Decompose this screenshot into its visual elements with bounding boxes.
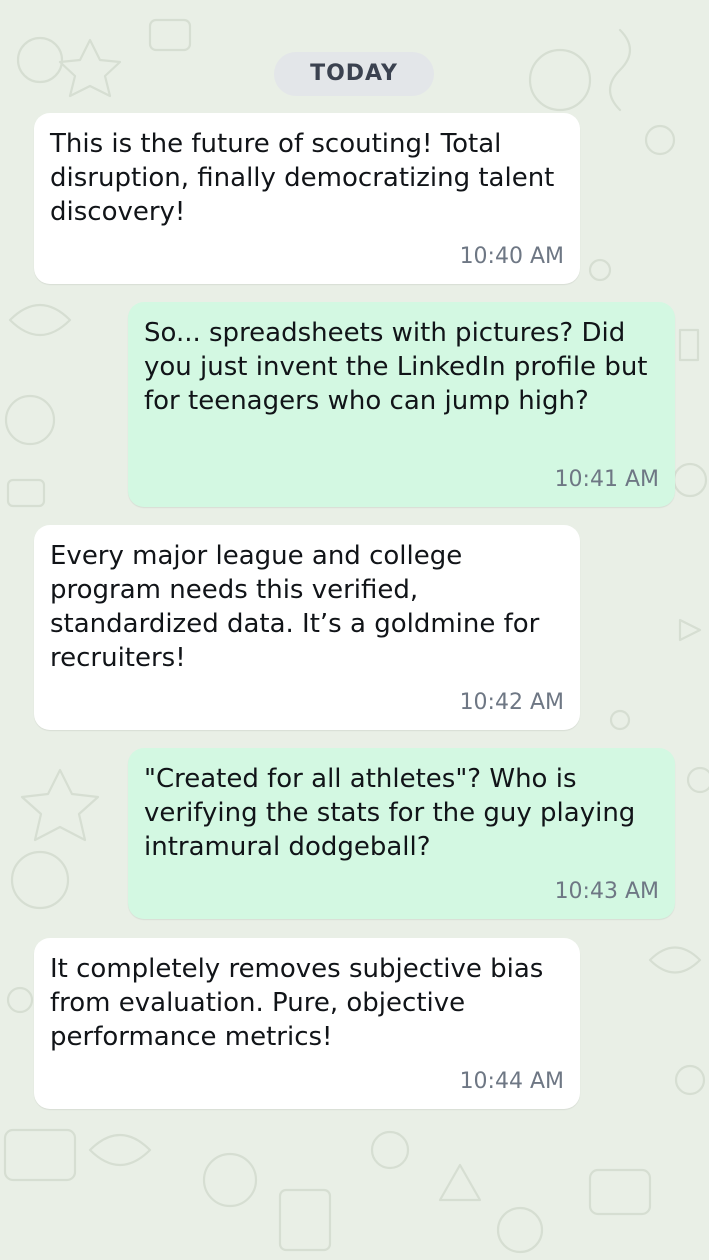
message-text: "Created for all athletes"? Who is verif…: [144, 764, 636, 862]
message-bubble-incoming[interactable]: It completely removes subjective bias fr…: [34, 938, 580, 1109]
date-divider: TODAY: [274, 52, 434, 96]
message-bubble-incoming[interactable]: Every major league and college program n…: [34, 525, 580, 730]
message-timestamp: 10:41 AM: [554, 467, 659, 492]
chat-thread: TODAY This is the future of scouting! To…: [0, 0, 709, 1260]
message-bubble-incoming[interactable]: This is the future of scouting! Total di…: [34, 113, 580, 284]
message-text: Every major league and college program n…: [50, 541, 540, 673]
message-text: This is the future of scouting! Total di…: [50, 129, 555, 227]
message-text: It completely removes subjective bias fr…: [50, 954, 544, 1052]
message-timestamp: 10:44 AM: [459, 1069, 564, 1094]
message-text: So... spreadsheets with pictures? Did yo…: [144, 318, 648, 416]
message-timestamp: 10:43 AM: [554, 879, 659, 904]
message-timestamp: 10:42 AM: [459, 690, 564, 715]
message-bubble-outgoing[interactable]: "Created for all athletes"? Who is verif…: [128, 748, 675, 919]
message-timestamp: 10:40 AM: [459, 244, 564, 269]
message-bubble-outgoing[interactable]: So... spreadsheets with pictures? Did yo…: [128, 302, 675, 507]
